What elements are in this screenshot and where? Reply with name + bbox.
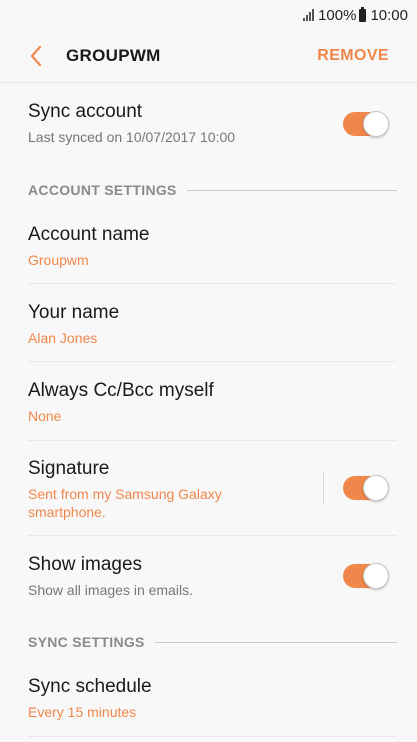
signal-icon — [303, 9, 315, 21]
signature-value: Sent from my Samsung Galaxy smartphone. — [28, 486, 222, 520]
app-header: GROUPWM REMOVE — [0, 30, 417, 83]
show-images-label: Show images — [28, 554, 143, 575]
sync-account-label: Sync account — [28, 101, 143, 122]
clock: 10:00 — [370, 6, 408, 24]
account-name-value: Groupwm — [28, 252, 89, 268]
signature-toggle[interactable] — [343, 475, 389, 501]
sync-schedule-label: Sync schedule — [28, 676, 152, 697]
remove-button[interactable]: REMOVE — [317, 47, 389, 65]
account-name-row[interactable]: Account name Groupwm — [0, 224, 417, 269]
cc-bcc-value: None — [28, 408, 62, 424]
show-images-sub: Show all images in emails. — [28, 582, 193, 598]
back-button[interactable] — [16, 36, 56, 76]
chevron-left-icon — [30, 45, 42, 67]
sync-account-sub: Last synced on 10/07/2017 10:00 — [28, 129, 236, 145]
divider — [28, 440, 397, 441]
show-images-toggle[interactable] — [343, 563, 389, 589]
sync-schedule-row[interactable]: Sync schedule Every 15 minutes — [0, 676, 417, 721]
vertical-separator — [323, 472, 324, 504]
account-name-label: Account name — [28, 224, 150, 245]
sync-schedule-value: Every 15 minutes — [28, 704, 137, 720]
sync-account-toggle[interactable] — [343, 111, 389, 137]
divider — [28, 283, 397, 284]
status-bar: 100% 10:00 — [0, 0, 417, 30]
cc-bcc-row[interactable]: Always Cc/Bcc myself None — [0, 380, 417, 425]
divider — [28, 535, 397, 536]
divider — [28, 736, 397, 737]
your-name-row[interactable]: Your name Alan Jones — [0, 302, 417, 347]
signature-label: Signature — [28, 458, 110, 479]
battery-icon — [359, 6, 367, 22]
battery-percent: 100% — [318, 6, 357, 24]
your-name-value: Alan Jones — [28, 330, 98, 346]
page-title: GROUPWM — [66, 46, 161, 65]
your-name-label: Your name — [28, 302, 120, 323]
cc-bcc-label: Always Cc/Bcc myself — [28, 380, 214, 401]
account-settings-header: ACCOUNT SETTINGS — [28, 180, 397, 200]
divider — [28, 361, 397, 362]
sync-settings-header: SYNC SETTINGS — [28, 632, 397, 652]
